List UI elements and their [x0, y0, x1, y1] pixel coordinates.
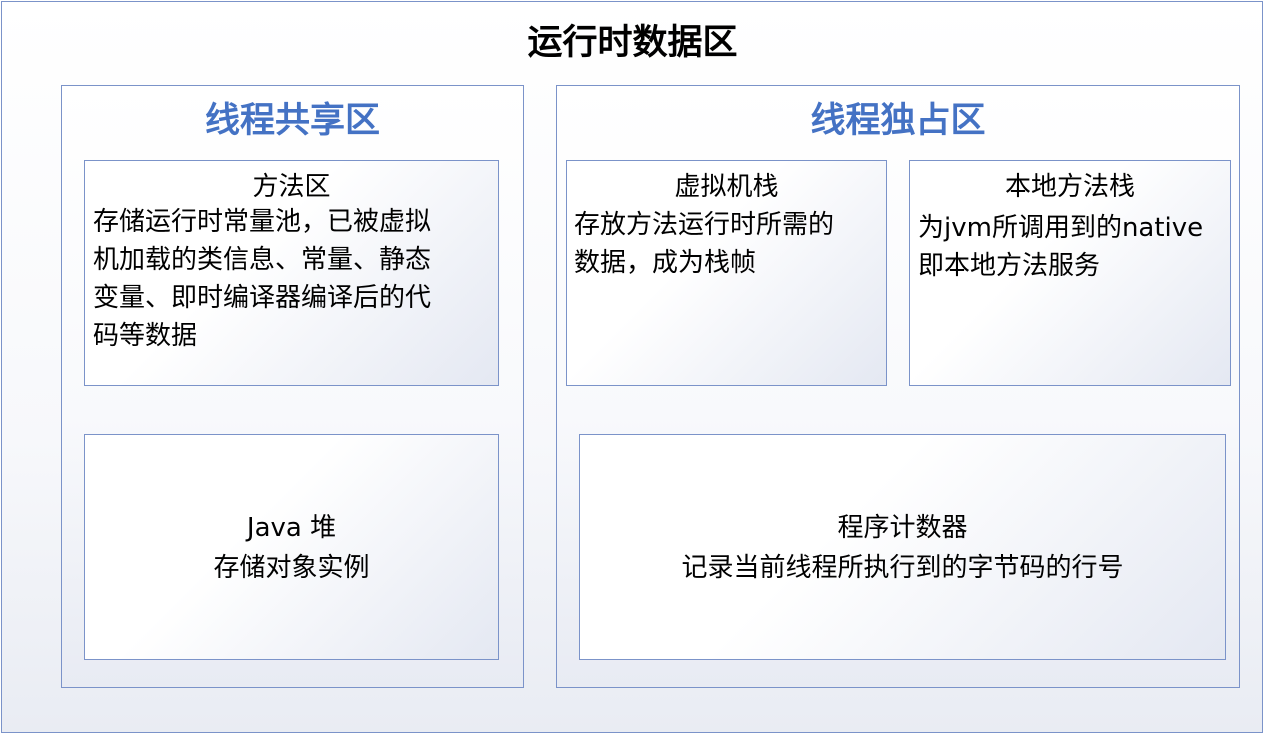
program-counter-box: 程序计数器 记录当前线程所执行到的字节码的行号 — [579, 434, 1226, 660]
native-method-stack-line: 即本地方法服务 — [918, 251, 1101, 281]
program-counter-desc: 记录当前线程所执行到的字节码的行号 — [681, 553, 1124, 583]
vm-stack-desc: 存放方法运行时所需的 数据，成为栈帧 — [574, 206, 834, 282]
native-method-stack-desc: 为jvm所调用到的native 即本地方法服务 — [918, 209, 1203, 285]
java-heap-box: Java 堆 存储对象实例 — [84, 434, 499, 660]
program-counter-title: 程序计数器 — [837, 513, 968, 543]
method-area-line: 机加载的类信息、常量、静态 — [93, 245, 432, 275]
method-area-line: 变量、即时编译器编译后的代 — [93, 283, 432, 313]
vm-stack-line: 数据，成为栈帧 — [574, 248, 757, 278]
native-method-stack-line: 为jvm所调用到的native — [918, 213, 1204, 243]
method-area-line: 码等数据 — [93, 321, 198, 351]
method-area-line: 存储运行时常量池，已被虚拟 — [93, 207, 432, 237]
method-area-desc: 存储运行时常量池，已被虚拟 机加载的类信息、常量、静态 变量、即时编译器编译后的… — [93, 203, 431, 355]
method-area-title: 方法区 — [252, 172, 331, 202]
program-counter-content: 程序计数器 记录当前线程所执行到的字节码的行号 — [580, 508, 1225, 588]
java-heap-title: Java 堆 — [246, 513, 337, 543]
java-heap-desc: 存储对象实例 — [213, 553, 370, 583]
native-method-stack-title: 本地方法栈 — [1004, 172, 1135, 202]
thread-shared-region-title: 线程共享区 — [204, 101, 380, 141]
method-area-box: 方法区 存储运行时常量池，已被虚拟 机加载的类信息、常量、静态 变量、即时编译器… — [84, 160, 499, 386]
native-method-stack-box: 本地方法栈 为jvm所调用到的native 即本地方法服务 — [909, 160, 1231, 386]
vm-stack-line: 存放方法运行时所需的 — [574, 210, 835, 240]
diagram-title: 运行时数据区 — [527, 23, 738, 63]
thread-private-region-title: 线程独占区 — [810, 101, 986, 141]
java-heap-content: Java 堆 存储对象实例 — [85, 508, 498, 588]
vm-stack-title: 虚拟机栈 — [674, 172, 779, 202]
vm-stack-box: 虚拟机栈 存放方法运行时所需的 数据，成为栈帧 — [566, 160, 887, 386]
